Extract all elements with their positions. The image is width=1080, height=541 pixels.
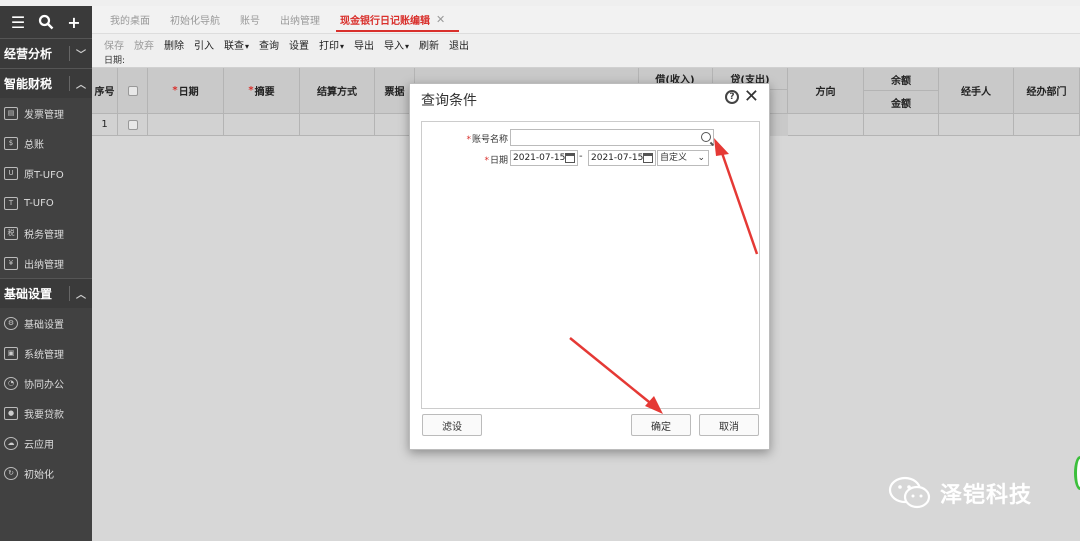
green-badge: [1074, 456, 1080, 490]
wechat-icon: [888, 476, 931, 509]
watermark-name: 泽铠科技: [940, 483, 1033, 508]
arrow-to-search-icon: [714, 138, 759, 255]
arrow-to-ok-button: [569, 337, 663, 414]
annotation-arrows: [569, 138, 759, 414]
watermark: 泽铠科技: [888, 476, 1032, 510]
